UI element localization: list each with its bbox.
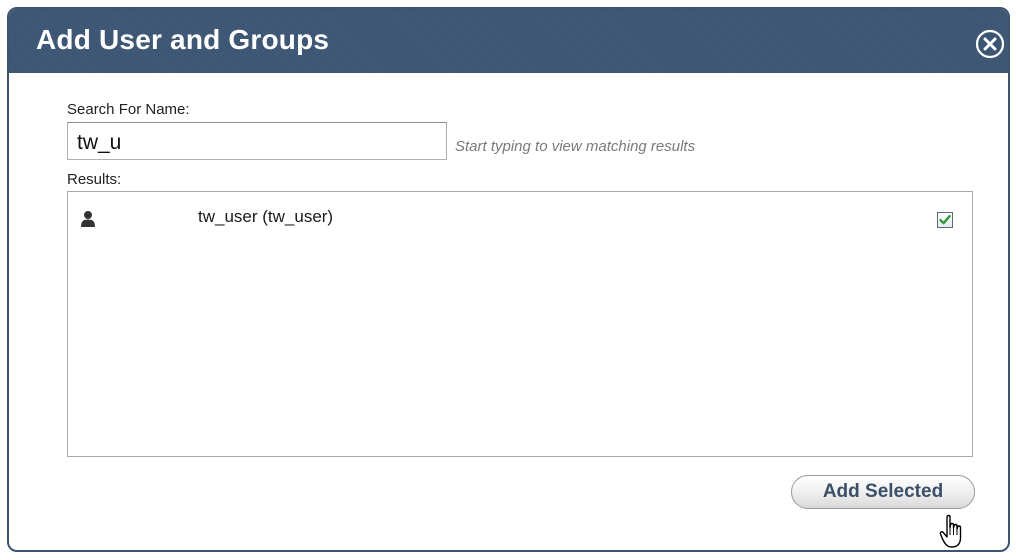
result-name: tw_user (tw_user): [198, 207, 334, 226]
add-users-dialog: Add User and Groups Search For Name: Sta…: [7, 7, 1010, 552]
close-button[interactable]: [975, 29, 1005, 59]
list-item[interactable]: tw_user (tw_user): [68, 200, 972, 232]
result-checkbox[interactable]: [937, 212, 953, 228]
results-label: Results:: [67, 171, 122, 188]
add-selected-button[interactable]: Add Selected: [791, 475, 975, 509]
close-icon: [975, 29, 1005, 59]
hand-pointer-cursor-icon: [939, 514, 962, 548]
dialog-title: Add User and Groups: [36, 24, 330, 55]
results-list: tw_user (tw_user): [67, 191, 973, 457]
checkmark-icon: [939, 215, 951, 225]
user-icon: [81, 211, 95, 227]
dialog-titlebar: Add User and Groups: [9, 9, 1008, 73]
search-input[interactable]: [67, 122, 447, 160]
search-hint: Start typing to view matching results: [455, 138, 696, 155]
search-label: Search For Name:: [67, 101, 190, 118]
